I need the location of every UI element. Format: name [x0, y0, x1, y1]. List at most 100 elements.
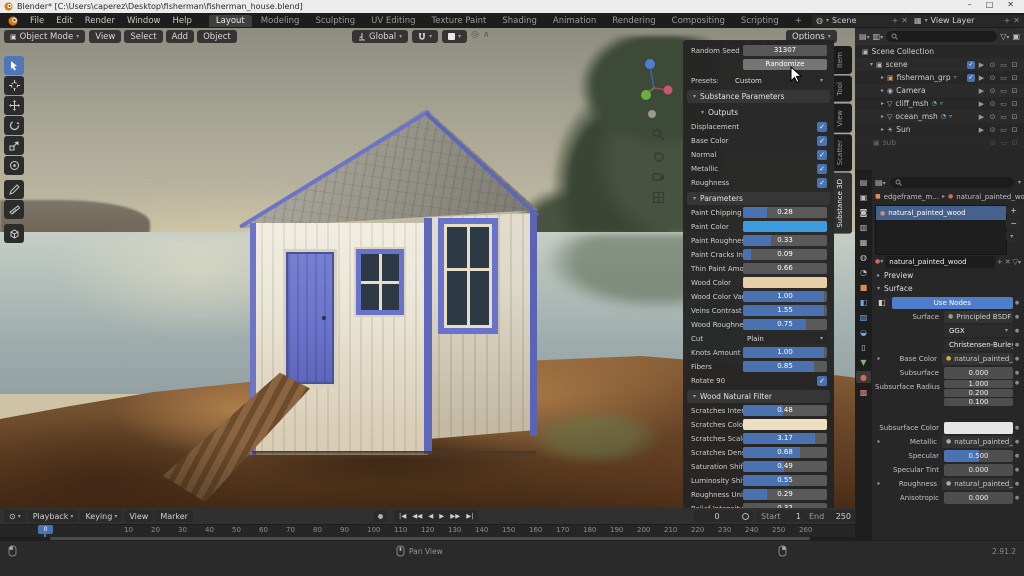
- metallic-field[interactable]: ● natural_painted_wood_4: [942, 436, 1013, 448]
- param-paint-roughness[interactable]: 0.33: [743, 235, 827, 246]
- subsurface-field[interactable]: 0.000: [944, 367, 1013, 379]
- sss-radius-x-field[interactable]: 1.000: [944, 380, 1013, 388]
- outliner-row-sun[interactable]: ▸☀Sun▶⊙▭⊡: [855, 123, 1024, 136]
- sss-method-dropdown[interactable]: Christensen-Burley▾: [944, 339, 1013, 351]
- param-wood-color-variation[interactable]: 1.00: [743, 291, 827, 302]
- maximize-icon[interactable]: □: [986, 0, 994, 9]
- remove-slot-button[interactable]: −: [1006, 218, 1021, 229]
- hide-eye-icon[interactable]: ⊙: [987, 61, 998, 69]
- copy-material-icon[interactable]: +: [997, 258, 1003, 266]
- timeline-editor-icon[interactable]: ⊙▾: [4, 510, 26, 522]
- play-icon[interactable]: ▶: [439, 512, 444, 520]
- section-wood-natural-filter[interactable]: ▾Wood Natural Filter: [687, 390, 830, 403]
- material-name-field[interactable]: natural_painted_wood: [885, 256, 995, 268]
- menu-help[interactable]: Help: [166, 15, 197, 27]
- subsurface-color-swatch[interactable]: [944, 422, 1013, 434]
- zoom-icon[interactable]: [652, 128, 665, 141]
- param-wood-color-swatch[interactable]: [743, 277, 827, 288]
- material-filter-icon[interactable]: ▽▾: [1013, 258, 1021, 266]
- viewport-menu-add[interactable]: Add: [166, 30, 194, 43]
- sidebar-tab-view[interactable]: View: [834, 104, 852, 133]
- unlink-scene-icon[interactable]: ✕: [901, 16, 908, 25]
- viewport-menu-object[interactable]: Object: [197, 30, 237, 43]
- scene-selector[interactable]: ◍▾ Scene + ✕: [812, 15, 912, 27]
- auto-keying-toggle[interactable]: [374, 510, 387, 522]
- properties-tab-constraints[interactable]: ▯: [856, 341, 871, 353]
- workspace-tab-sculpting[interactable]: Sculpting: [308, 15, 362, 27]
- material-slot-list[interactable]: ● natural_painted_wood: [875, 205, 1007, 255]
- use-nodes-button[interactable]: Use Nodes: [892, 297, 1013, 309]
- sidebar-tab-substance-3d[interactable]: Substance 3D: [834, 173, 852, 234]
- properties-tab-output[interactable]: ▥: [856, 221, 871, 233]
- remove-view-layer-icon[interactable]: ✕: [1013, 16, 1020, 25]
- house-door[interactable]: [286, 252, 334, 384]
- param-paint-chipping-spread[interactable]: 0.28: [743, 207, 827, 218]
- sidebar-tab-scatter[interactable]: Scatter: [834, 134, 852, 171]
- disable-viewport-icon[interactable]: ▭: [998, 139, 1009, 147]
- hide-eye-icon[interactable]: ⊙: [987, 87, 998, 95]
- next-keyframe-icon[interactable]: ▶▶: [450, 512, 460, 520]
- param-paint-cracks-intensity[interactable]: 0.09: [743, 249, 827, 260]
- timeline-menu-view[interactable]: View: [124, 510, 153, 522]
- filter-icon[interactable]: ▽▾: [1000, 32, 1009, 41]
- section-substance-parameters[interactable]: ▾Substance Parameters: [687, 90, 830, 103]
- editor-type-icon[interactable]: ▤▾: [859, 32, 870, 41]
- disable-viewport-icon[interactable]: ▭: [998, 113, 1009, 121]
- frame-end-field[interactable]: End250: [804, 510, 856, 522]
- outliner-row-camera[interactable]: ▸◉Camera▶⊙▭⊡: [855, 84, 1024, 97]
- specular-tint-field[interactable]: 0.000: [944, 464, 1013, 476]
- side-window[interactable]: [438, 218, 498, 334]
- properties-tab-world[interactable]: ◔: [856, 266, 871, 278]
- expander-icon[interactable]: ▸: [881, 100, 884, 107]
- surface-shader-field[interactable]: ● Principled BSDF: [944, 311, 1013, 323]
- timeline-menu-marker[interactable]: Marker: [155, 510, 193, 522]
- disable-render-icon[interactable]: ⊡: [1009, 61, 1020, 69]
- transform-tool[interactable]: [4, 156, 24, 175]
- exclude-checkbox[interactable]: ✓: [967, 74, 975, 82]
- outliner-row-scene[interactable]: ▾▣scene✓▶⊙▭⊡: [855, 58, 1024, 71]
- properties-editor-icon[interactable]: ▤▾: [875, 178, 886, 187]
- properties-tab-object[interactable]: ■: [856, 281, 871, 293]
- front-window[interactable]: [356, 249, 404, 315]
- hide-eye-icon[interactable]: ⊙: [987, 100, 998, 108]
- disable-viewport-icon[interactable]: ▭: [998, 126, 1009, 134]
- properties-tab-tool[interactable]: ▣: [856, 191, 871, 203]
- properties-tab-material[interactable]: ●: [856, 371, 871, 383]
- workspace-tab-layout[interactable]: Layout: [209, 15, 252, 27]
- disable-viewport-icon[interactable]: ▭: [998, 74, 1009, 82]
- param-thin-paint-amount[interactable]: 0.66: [743, 263, 827, 274]
- workspace-tab-uv-editing[interactable]: UV Editing: [364, 15, 422, 27]
- playhead[interactable]: 0: [38, 525, 53, 534]
- param-fibers[interactable]: 0.85: [743, 361, 827, 372]
- properties-options-icon[interactable]: ▾: [1018, 179, 1021, 186]
- peak-falloff-icon[interactable]: ∧: [483, 30, 490, 43]
- add-slot-button[interactable]: +: [1006, 205, 1021, 216]
- workspace-tab-modeling[interactable]: Modeling: [254, 15, 307, 27]
- new-view-layer-icon[interactable]: +: [1004, 16, 1011, 25]
- move-tool[interactable]: [4, 96, 24, 115]
- new-scene-icon[interactable]: +: [892, 16, 899, 25]
- sss-radius-z-field[interactable]: 0.100: [944, 398, 1013, 406]
- rotate-tool[interactable]: [4, 116, 24, 135]
- param-veins-contrast[interactable]: 1.55: [743, 305, 827, 316]
- disable-viewport-icon[interactable]: ▭: [998, 100, 1009, 108]
- annotate-tool[interactable]: [4, 180, 24, 199]
- disable-render-icon[interactable]: ⊡: [1009, 100, 1020, 108]
- param-rotate-90-checkbox[interactable]: ✓: [817, 376, 827, 386]
- section-parameters[interactable]: ▾Parameters: [687, 192, 830, 205]
- properties-tab-object-data[interactable]: ▼: [856, 356, 871, 368]
- mode-selector[interactable]: ▣ Object Mode▾: [4, 30, 85, 43]
- selectable-icon[interactable]: ▶: [976, 100, 987, 108]
- properties-tab-physics[interactable]: ◒: [856, 326, 871, 338]
- workspace-tab-scripting[interactable]: Scripting: [734, 15, 786, 27]
- measure-tool[interactable]: [4, 200, 24, 219]
- param-roughness-checkbox[interactable]: ✓: [817, 178, 827, 188]
- selectable-icon[interactable]: ▶: [976, 113, 987, 121]
- expander-icon[interactable]: ▸: [881, 126, 884, 133]
- menu-edit[interactable]: Edit: [50, 15, 78, 27]
- outliner-row-sub[interactable]: ▣sub⊙▭⊡: [855, 136, 1024, 149]
- current-frame-field[interactable]: 0: [694, 510, 740, 522]
- outliner-row-scene-collection[interactable]: ▣Scene Collection: [855, 45, 1024, 58]
- menu-window[interactable]: Window: [121, 15, 167, 27]
- selectable-icon[interactable]: ▶: [976, 87, 987, 95]
